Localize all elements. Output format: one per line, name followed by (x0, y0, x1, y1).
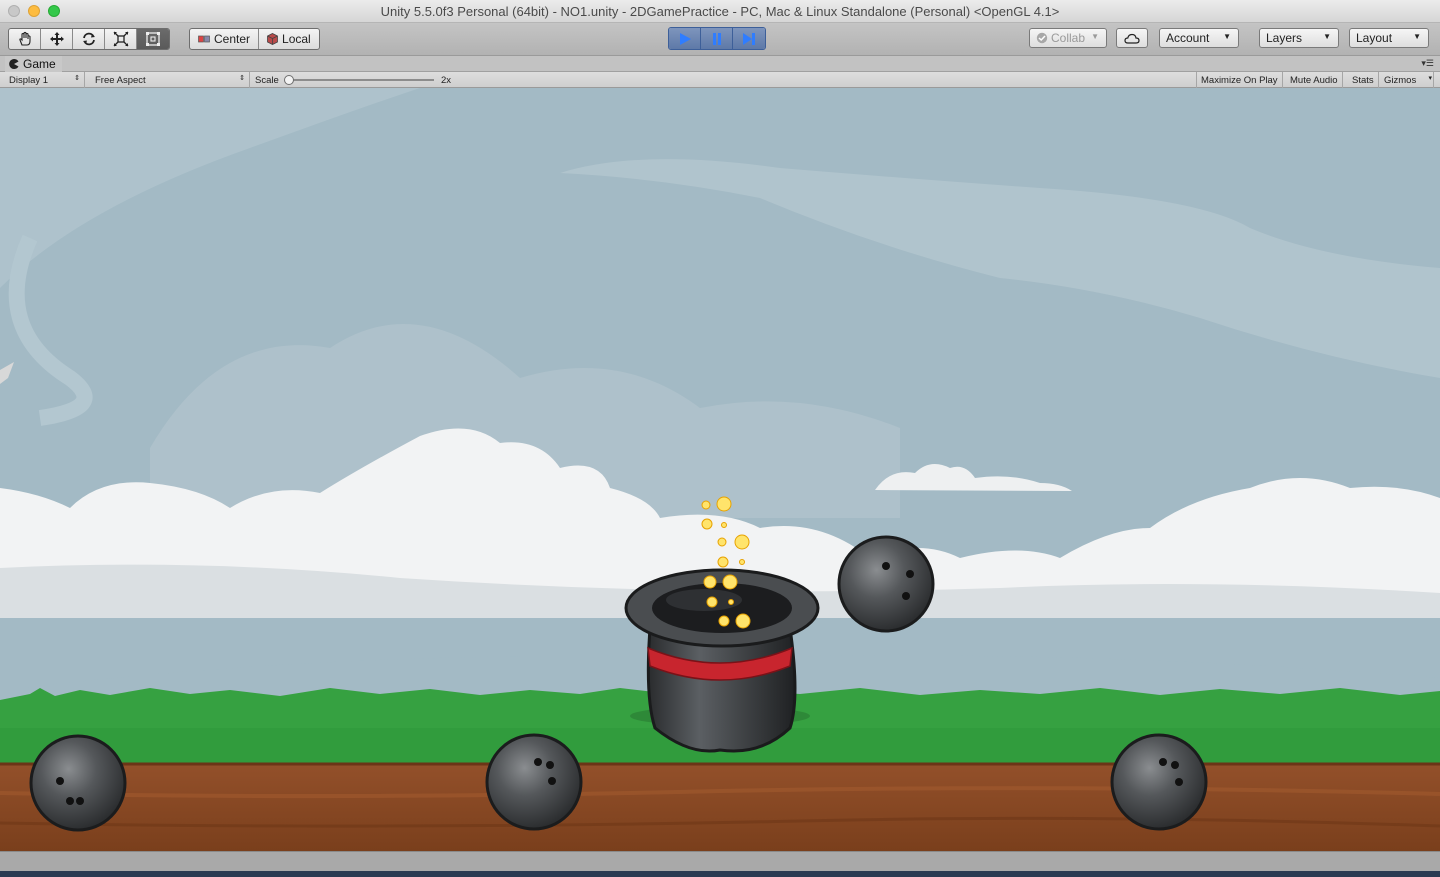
updown-arrow-icon: ⇕ (74, 75, 80, 82)
layers-label: Layers (1266, 31, 1303, 45)
stats-toggle[interactable]: Stats (1348, 72, 1379, 88)
rect-tool-button[interactable] (137, 29, 169, 49)
updown-arrow-icon: ⇕ (239, 75, 245, 82)
chevron-down-icon: ▼ (1413, 32, 1421, 41)
aspect-label: Free Aspect (95, 74, 146, 86)
dirt-ground (0, 764, 1440, 851)
collab-dropdown[interactable]: Collab ▼ (1029, 28, 1107, 48)
bottom-edge (0, 871, 1440, 877)
rect-icon (146, 32, 160, 46)
status-bar (0, 851, 1440, 871)
gizmos-label: Gizmos (1384, 74, 1417, 86)
step-icon (743, 32, 755, 45)
title-bar: Unity 5.5.0f3 Personal (64bit) - NO1.uni… (0, 0, 1440, 23)
layout-label: Layout (1356, 31, 1393, 45)
hand-tool-button[interactable] (9, 29, 41, 49)
tab-game[interactable]: Game (5, 56, 62, 72)
scale-icon (113, 31, 128, 47)
chevron-down-icon: ▼ (1223, 32, 1231, 41)
cloud-icon (1124, 33, 1140, 44)
gizmos-dropdown[interactable]: Gizmos ▾ (1380, 72, 1434, 88)
move-tool-button[interactable] (41, 29, 73, 49)
bowling-ball[interactable] (29, 734, 127, 832)
mute-audio-toggle[interactable]: Mute Audio (1286, 72, 1343, 88)
chevron-down-icon: ▼ (1323, 32, 1331, 41)
hand-icon (18, 31, 31, 46)
tab-game-label: Game (23, 57, 56, 71)
scale-value: 2x (441, 74, 452, 86)
scale-slider-track[interactable] (288, 79, 434, 81)
chevron-down-icon: ▼ (1091, 32, 1099, 41)
play-button[interactable] (669, 28, 701, 49)
move-icon (49, 32, 64, 46)
display-label: Display 1 (9, 74, 49, 86)
collab-label: Collab (1051, 31, 1086, 45)
scale-slider-knob[interactable] (284, 75, 294, 85)
bowling-ball[interactable] (1110, 733, 1208, 831)
aspect-select[interactable]: Free Aspect ⇕ (91, 72, 250, 88)
bowling-ball[interactable] (837, 535, 935, 633)
pivot-rotation-button[interactable]: Local (259, 29, 319, 49)
pause-button[interactable] (701, 28, 733, 49)
pivot-toggles: Center Local (189, 28, 320, 50)
pivot-center-icon (198, 35, 210, 43)
layout-dropdown[interactable]: Layout ▼ (1349, 28, 1429, 48)
account-label: Account (1166, 31, 1210, 45)
main-toolbar: Center Local Collab ▼ Account ▼ Layers ▼… (0, 23, 1440, 56)
pause-icon (712, 32, 721, 45)
transform-tools (8, 28, 170, 50)
game-view-controls: Display 1 ⇕ Free Aspect ⇕ Scale 2x Maxim… (0, 72, 1440, 88)
play-icon (679, 32, 691, 45)
window-title: Unity 5.5.0f3 Personal (64bit) - NO1.uni… (380, 4, 1060, 19)
pivot-rotation-label: Local (282, 32, 311, 46)
step-button[interactable] (733, 28, 765, 49)
cloud-services-button[interactable] (1116, 28, 1148, 48)
pivot-mode-label: Center (214, 32, 251, 46)
rotate-tool-button[interactable] (73, 29, 105, 49)
check-circle-icon (1036, 32, 1048, 44)
playback-controls (668, 27, 766, 50)
layers-dropdown[interactable]: Layers ▼ (1259, 28, 1339, 48)
magic-hat[interactable] (624, 568, 820, 753)
maximize-on-play-toggle[interactable]: Maximize On Play (1196, 72, 1283, 88)
display-select[interactable]: Display 1 ⇕ (5, 72, 85, 88)
local-cube-icon (267, 33, 278, 45)
scale-tool-button[interactable] (105, 29, 137, 49)
pacman-icon (9, 59, 19, 69)
tab-menu-icon[interactable]: ▾☰ (1421, 58, 1434, 69)
game-scene (0, 88, 1440, 851)
bowling-ball[interactable] (485, 733, 583, 831)
game-viewport[interactable] (0, 88, 1440, 851)
chevron-down-icon: ▾ (1428, 75, 1432, 82)
account-dropdown[interactable]: Account ▼ (1159, 28, 1239, 48)
pivot-mode-button[interactable]: Center (190, 29, 260, 49)
scale-label: Scale (255, 74, 279, 86)
game-tab-bar: Game ▾☰ (0, 56, 1440, 72)
rotate-icon (82, 32, 95, 46)
